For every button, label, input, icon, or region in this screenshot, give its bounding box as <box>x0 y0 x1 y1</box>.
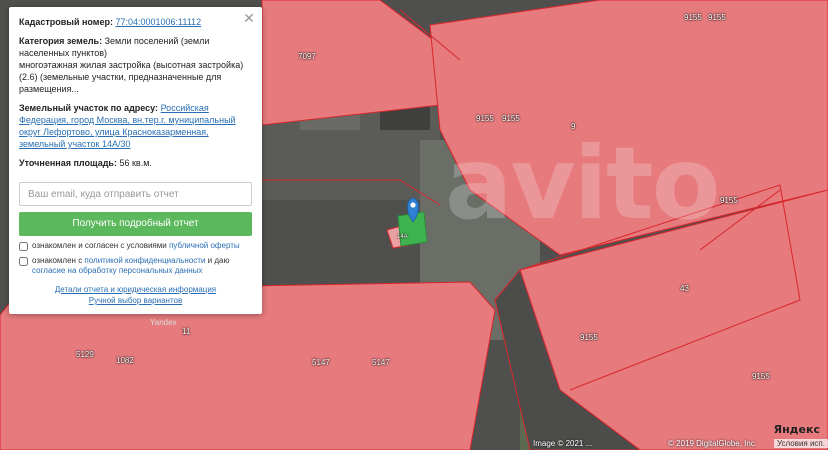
plot-label: 9155 <box>720 196 738 205</box>
plot-label: 9 <box>571 122 576 131</box>
plot-info-popup: ✕ Кадастровый номер: 77:04:0001006:11112… <box>9 7 262 314</box>
plot-label: 9155 <box>476 114 494 123</box>
get-report-button[interactable]: Получить подробный отчет <box>19 212 252 236</box>
map-copyright-digitalglobe: © 2019 DigitalGlobe, Inc. <box>668 439 758 448</box>
plot-label: 9155 <box>752 372 770 381</box>
privacy-consent-prefix: ознакомлен с <box>32 256 85 265</box>
plot-label: 5147 <box>372 358 390 367</box>
cadastral-number-label: Кадастровый номер: <box>19 17 113 27</box>
area-row: Уточненная площадь: 56 кв.м. <box>19 157 252 169</box>
offer-consent-checkbox[interactable] <box>19 242 28 251</box>
privacy-consent-row[interactable]: ознакомлен с политикой конфиденциальност… <box>19 256 252 276</box>
plot-label: 5147 <box>312 358 330 367</box>
plot-label: 9155 <box>580 333 598 342</box>
map-terms-link[interactable]: Условия исп. <box>773 439 828 448</box>
privacy-policy-link[interactable]: политикой конфиденциальности <box>84 256 205 265</box>
plot-label: 7097 <box>298 52 316 61</box>
email-input[interactable] <box>19 182 252 206</box>
close-icon[interactable]: ✕ <box>242 11 256 25</box>
plot-label: 9155 <box>502 114 520 123</box>
plot-label: 9155 <box>708 13 726 22</box>
selected-plot-label: 14А <box>397 234 408 240</box>
area-value: 56 кв.м. <box>119 158 152 168</box>
public-offer-link[interactable]: публичной оферты <box>169 241 240 250</box>
plot-label: 5129 <box>76 350 94 359</box>
address-row: Земельный участок по адресу: Российская … <box>19 102 252 150</box>
address-label: Земельный участок по адресу: <box>19 103 159 113</box>
area-label: Уточненная площадь: <box>19 158 117 168</box>
manual-selection-link[interactable]: Ручной выбор вариантов <box>89 296 182 305</box>
yandex-logo[interactable]: Яндекс <box>774 423 820 436</box>
plot-label: 43 <box>680 284 689 293</box>
plot-label: 9155 <box>684 13 702 22</box>
map-copyright-image: Image © 2021 ... <box>533 439 593 448</box>
plot-label: 11 <box>182 327 191 336</box>
land-use-description: многоэтажная жилая застройка (высотная з… <box>19 60 244 94</box>
plot-label: 1082 <box>116 356 134 365</box>
cadastral-number-link[interactable]: 77:04:0001006:11112 <box>115 17 201 27</box>
privacy-consent-mid: и даю <box>205 256 230 265</box>
privacy-consent-checkbox[interactable] <box>19 257 28 266</box>
land-category-label: Категория земель: <box>19 36 103 46</box>
offer-consent-text: ознакомлен и согласен с условиями <box>32 241 169 250</box>
personal-data-consent-link[interactable]: согласие на обработку персональных данны… <box>32 266 202 275</box>
popup-footer-links: Детали отчета и юридическая информация Р… <box>9 284 262 306</box>
yandex-small-label: Yandex <box>150 318 177 327</box>
offer-consent-row[interactable]: ознакомлен и согласен с условиями публич… <box>19 241 252 251</box>
report-details-link[interactable]: Детали отчета и юридическая информация <box>55 285 216 294</box>
cadastral-number-row: Кадастровый номер: 77:04:0001006:11112 <box>19 16 252 28</box>
land-category-row: Категория земель: Земли поселений (земли… <box>19 35 252 95</box>
